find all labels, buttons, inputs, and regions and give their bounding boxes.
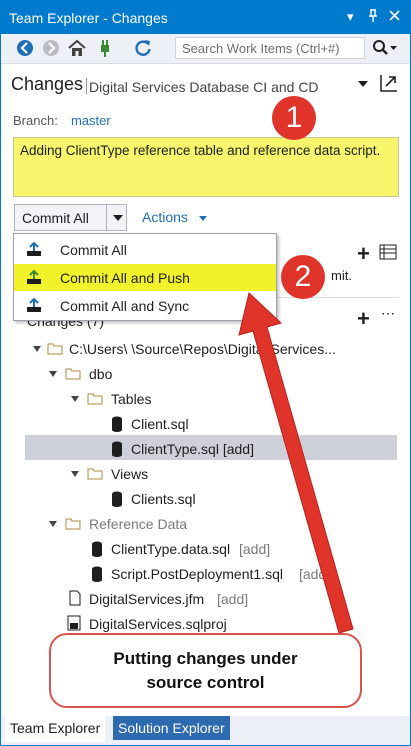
tab-team-explorer[interactable]: Team Explorer bbox=[5, 716, 106, 742]
commit-message-input[interactable]: Adding ClientType reference table and re… bbox=[13, 137, 399, 197]
expand-icon[interactable] bbox=[71, 471, 79, 477]
refresh-icon[interactable] bbox=[133, 38, 153, 58]
database-icon bbox=[111, 491, 123, 507]
callout-line-2: source control bbox=[146, 673, 265, 692]
tree-label: ClientType.sql [add] bbox=[131, 441, 254, 457]
tree-label: dbo bbox=[89, 366, 113, 382]
connect-icon[interactable] bbox=[95, 38, 115, 58]
search-icon[interactable] bbox=[371, 37, 399, 59]
annotation-callout: Putting changes under source control bbox=[49, 633, 362, 708]
tree-node-root[interactable]: C:\Users\ \Source\Repos\Digital Services… bbox=[33, 339, 403, 361]
project-icon bbox=[67, 615, 81, 631]
dropdown-icon[interactable]: ▾ bbox=[347, 9, 354, 25]
expand-icon[interactable] bbox=[49, 371, 57, 377]
popout-icon[interactable] bbox=[378, 72, 400, 94]
page-title: Changes bbox=[11, 74, 84, 94]
search-work-items-input[interactable]: Search Work Items (Ctrl+#) bbox=[175, 37, 365, 59]
commit-all-button[interactable]: Commit All bbox=[22, 210, 89, 226]
commit-dropdown-menu: Commit All Commit All and Push Commit Al… bbox=[13, 233, 277, 321]
add-icon[interactable]: + bbox=[357, 241, 370, 267]
tree-label: Reference Data bbox=[89, 516, 188, 532]
folder-icon bbox=[65, 517, 81, 530]
file-icon bbox=[69, 590, 81, 606]
folder-icon bbox=[65, 367, 81, 380]
branch-label: Branch: bbox=[13, 113, 58, 128]
tree-node-dbo[interactable]: dbo bbox=[49, 364, 249, 386]
database-icon bbox=[111, 441, 123, 457]
commit-sync-icon bbox=[26, 297, 42, 313]
menu-item-commit-all[interactable]: Commit All bbox=[14, 236, 276, 263]
step-badge-1: 1 bbox=[272, 96, 316, 140]
folder-icon bbox=[87, 467, 103, 480]
menu-item-commit-all-and-sync[interactable]: Commit All and Sync bbox=[14, 292, 276, 319]
tree-node-views[interactable]: Views bbox=[71, 464, 271, 486]
menu-item-label: Commit All and Push bbox=[60, 270, 190, 286]
header-divider bbox=[86, 78, 87, 94]
pin-icon[interactable] bbox=[367, 9, 379, 25]
chevron-down-icon[interactable] bbox=[113, 215, 123, 221]
actions-menu[interactable]: Actions bbox=[142, 209, 188, 225]
tree-node-clienttype-sql[interactable]: ClientType.sql [add] bbox=[111, 439, 361, 461]
project-selector[interactable]: Digital Services Database CI and CD bbox=[89, 79, 319, 95]
tree-node-clienttype-data-sql[interactable]: ClientType.data.sql [add] bbox=[91, 539, 341, 561]
tree-node-jfm[interactable]: DigitalServices.jfm [add] bbox=[69, 589, 319, 611]
title-bar: Team Explorer - Changes ▾ bbox=[1, 1, 410, 34]
actions-chevron-down-icon[interactable] bbox=[199, 216, 207, 221]
database-icon bbox=[91, 566, 103, 582]
status-badge: [add] bbox=[217, 591, 249, 607]
home-icon[interactable] bbox=[67, 38, 87, 58]
tree-label: Tables bbox=[111, 391, 152, 407]
list-view-icon[interactable] bbox=[379, 244, 397, 263]
split-divider bbox=[106, 205, 107, 230]
expand-icon[interactable] bbox=[33, 346, 41, 352]
tree-node-tables[interactable]: Tables bbox=[71, 389, 271, 411]
commit-all-split-button[interactable]: Commit All bbox=[14, 204, 127, 231]
bottom-tab-strip: Team Explorer Solution Explorer bbox=[1, 716, 410, 745]
commit-hint-text: mit. bbox=[331, 268, 352, 283]
window-title: Team Explorer - Changes bbox=[9, 10, 168, 26]
branch-link[interactable]: master bbox=[71, 113, 111, 128]
tree-label: Client.sql bbox=[131, 416, 189, 432]
menu-item-label: Commit All and Sync bbox=[60, 298, 190, 314]
forward-icon[interactable] bbox=[41, 38, 61, 58]
expand-icon[interactable] bbox=[71, 396, 79, 402]
close-icon[interactable] bbox=[389, 9, 400, 24]
tree-label: Clients.sql bbox=[131, 491, 196, 507]
tree-label: DigitalServices.sqlproj bbox=[89, 616, 227, 632]
tree-label: Views bbox=[111, 466, 149, 482]
commit-push-icon bbox=[26, 269, 42, 285]
tree-label: DigitalServices.jfm bbox=[89, 591, 205, 607]
database-icon bbox=[111, 416, 123, 432]
folder-icon bbox=[87, 392, 103, 405]
commit-icon bbox=[26, 241, 42, 257]
tree-node-reference-data[interactable]: Reference Data bbox=[49, 514, 249, 536]
tree-node-script-postdeployment[interactable]: Script.PostDeployment1.sql [add bbox=[91, 564, 401, 586]
folder-icon bbox=[47, 342, 63, 355]
menu-item-label: Commit All bbox=[60, 242, 127, 258]
tree-label: Script.PostDeployment1.sql bbox=[111, 566, 283, 582]
status-badge: [add] bbox=[239, 541, 271, 557]
database-icon bbox=[91, 541, 103, 557]
chevron-down-icon[interactable] bbox=[358, 81, 368, 87]
tree-label: C:\Users\ \Source\Repos\Digital Services… bbox=[69, 341, 336, 357]
expand-icon[interactable] bbox=[49, 521, 57, 527]
tree-node-client-sql[interactable]: Client.sql bbox=[111, 414, 311, 436]
tree-node-clients-sql[interactable]: Clients.sql bbox=[111, 489, 311, 511]
tree-label: ClientType.data.sql bbox=[111, 541, 231, 557]
menu-item-commit-all-and-push[interactable]: Commit All and Push bbox=[14, 264, 276, 291]
status-badge: [add bbox=[299, 566, 327, 582]
add-icon[interactable]: + bbox=[357, 306, 370, 332]
back-icon[interactable] bbox=[15, 38, 35, 58]
team-explorer-panel: Team Explorer - Changes ▾ Search Work It… bbox=[0, 0, 411, 746]
more-icon[interactable]: ⋯ bbox=[381, 305, 395, 322]
step-badge-2: 2 bbox=[281, 255, 325, 299]
callout-line-1: Putting changes under bbox=[113, 649, 298, 668]
tab-solution-explorer[interactable]: Solution Explorer bbox=[113, 716, 230, 740]
